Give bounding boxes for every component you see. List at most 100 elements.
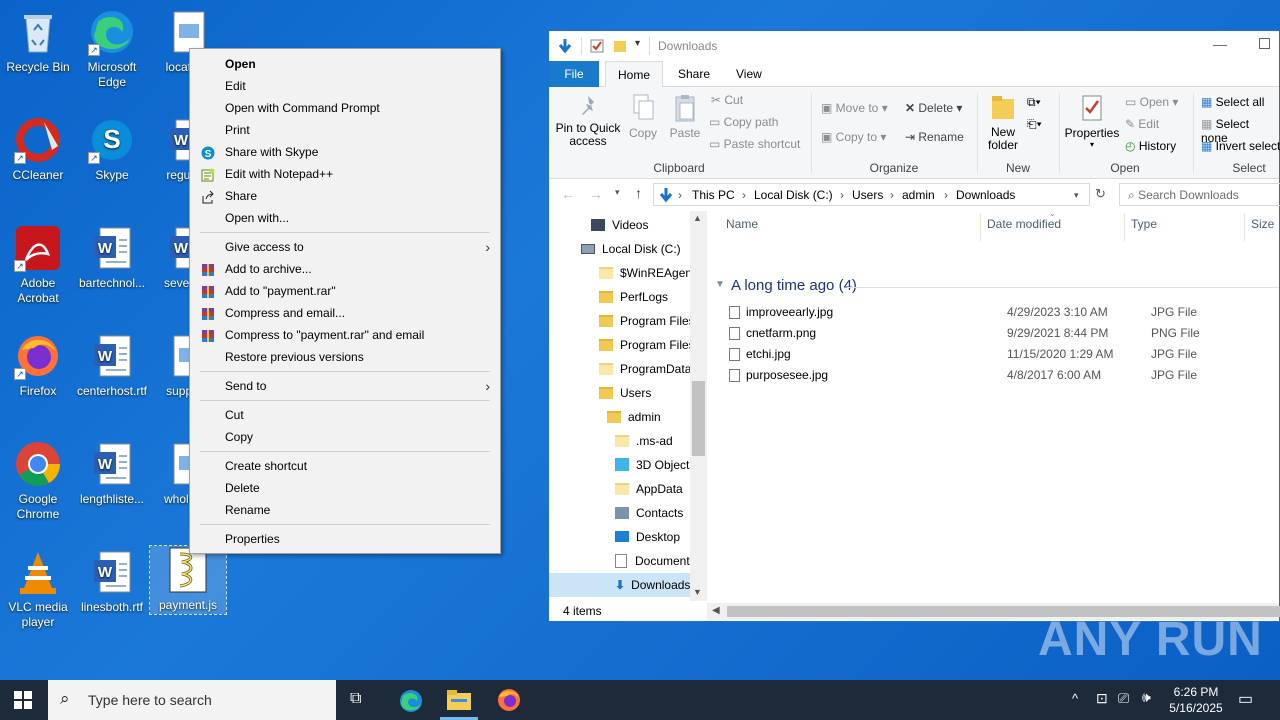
- menu-item-cut[interactable]: Cut: [190, 404, 500, 426]
- new-item-button[interactable]: ⧉▾: [1027, 95, 1041, 110]
- open-button[interactable]: ▭ Open ▾: [1125, 95, 1178, 109]
- refresh-icon[interactable]: ↻: [1095, 186, 1106, 202]
- customize-toolbar-icon[interactable]: ▾: [635, 38, 640, 49]
- desktop-icon-payment-js[interactable]: payment.js: [149, 545, 227, 615]
- desktop-icon-linesboth[interactable]: W linesboth.rtf: [74, 548, 150, 615]
- group-collapse-chevron-icon[interactable]: ▼: [715, 279, 725, 290]
- desktop-icon-bartechnol[interactable]: W bartechnol...: [74, 224, 150, 291]
- notifications-icon[interactable]: ▭: [1238, 689, 1253, 709]
- table-row[interactable]: cnetfarm.png 9/29/2021 8:44 PM PNG File: [727, 323, 1280, 344]
- firefox-taskbar-icon[interactable]: [496, 687, 522, 716]
- show-hidden-icons-chevron-icon[interactable]: ^: [1072, 691, 1078, 706]
- menu-item-share[interactable]: Share: [190, 185, 500, 207]
- desktop-icon-google-chrome[interactable]: Google Chrome: [0, 440, 76, 522]
- menu-item-compress-to-payment-rar-and-email[interactable]: Compress to "payment.rar" and email: [190, 324, 500, 346]
- taskbar-search-input[interactable]: ⌕ Type here to search: [48, 680, 336, 720]
- column-header-type[interactable]: Type: [1131, 217, 1157, 231]
- nav-item-program-files-x86[interactable]: Program Files: [599, 333, 695, 357]
- breadcrumb-local-disk[interactable]: Local Disk (C:): [754, 188, 833, 202]
- delete-button[interactable]: ✕ Delete ▾: [905, 101, 962, 115]
- menu-item-edit[interactable]: Edit: [190, 75, 500, 97]
- menu-item-give-access-to[interactable]: Give access to ›: [190, 236, 500, 258]
- properties-quick-icon[interactable]: [590, 39, 604, 56]
- forward-arrow-icon[interactable]: →: [589, 186, 603, 202]
- nav-item-admin[interactable]: admin: [607, 405, 661, 429]
- invert-selection-button[interactable]: ▦ Invert select: [1201, 139, 1280, 153]
- volume-icon[interactable]: 🕪: [1142, 689, 1151, 706]
- copy-button[interactable]: Copy: [625, 93, 661, 140]
- desktop-icon-vlc[interactable]: VLC media player: [0, 548, 76, 630]
- nav-item-local-disk[interactable]: Local Disk (C:): [581, 237, 681, 261]
- menu-item-delete[interactable]: Delete: [190, 477, 500, 499]
- nav-item-users[interactable]: Users: [599, 381, 651, 405]
- menu-item-print[interactable]: Print: [190, 119, 500, 141]
- network-icon[interactable]: ⎚: [1118, 690, 1129, 707]
- maximize-button[interactable]: [1259, 38, 1270, 49]
- nav-item-downloads[interactable]: ⬇ Downloads: [549, 573, 707, 597]
- menu-item-open-with[interactable]: Open with...: [190, 207, 500, 229]
- menu-item-add-to-payment-rar[interactable]: Add to "payment.rar": [190, 280, 500, 302]
- nav-item-contacts[interactable]: Contacts: [615, 501, 683, 525]
- menu-item-open-with-command-prompt[interactable]: Open with Command Prompt: [190, 97, 500, 119]
- menu-item-properties[interactable]: Properties: [190, 528, 500, 550]
- breadcrumb-admin[interactable]: admin: [902, 188, 935, 202]
- address-dropdown-chevron-icon[interactable]: ▾: [1074, 190, 1079, 201]
- menu-item-edit-with-notepadpp[interactable]: Edit with Notepad++: [190, 163, 500, 185]
- group-header[interactable]: A long time ago (4): [731, 277, 857, 294]
- scroll-left-chevron-icon[interactable]: ◀: [712, 605, 720, 616]
- menu-item-rename[interactable]: Rename: [190, 499, 500, 521]
- tab-file[interactable]: File: [549, 61, 599, 87]
- menu-item-share-with-skype[interactable]: S Share with Skype: [190, 141, 500, 163]
- select-all-button[interactable]: ▦ Select all: [1201, 95, 1264, 109]
- file-explorer-taskbar-icon[interactable]: [446, 689, 472, 714]
- copy-to-button[interactable]: ▣ Copy to ▾: [821, 130, 886, 144]
- table-row[interactable]: etchi.jpg 11/15/2020 1:29 AM JPG File: [727, 344, 1280, 365]
- menu-item-add-to-archive[interactable]: Add to archive...: [190, 258, 500, 280]
- table-row[interactable]: purposesee.jpg 4/8/2017 6:00 AM JPG File: [727, 365, 1280, 386]
- menu-item-create-shortcut[interactable]: Create shortcut: [190, 455, 500, 477]
- scroll-down-chevron-icon[interactable]: ▼: [693, 587, 702, 597]
- clock[interactable]: 6:26 PM 5/16/2025: [1166, 684, 1226, 716]
- nav-scrollbar-thumb[interactable]: [692, 381, 705, 456]
- nav-item-documents[interactable]: Documents: [615, 549, 696, 573]
- edge-taskbar-icon[interactable]: [398, 688, 424, 717]
- paste-shortcut-button[interactable]: ▭ Paste shortcut: [709, 137, 800, 151]
- up-arrow-icon[interactable]: ↑: [635, 185, 642, 201]
- desktop-icon-lengthliste[interactable]: W lengthliste...: [74, 440, 150, 507]
- minimize-button[interactable]: —: [1213, 36, 1227, 52]
- column-header-date-modified[interactable]: Date modified: [987, 217, 1061, 231]
- menu-item-send-to[interactable]: Send to ›: [190, 375, 500, 397]
- properties-button[interactable]: Properties ▾: [1063, 93, 1121, 149]
- scroll-up-chevron-icon[interactable]: ▲: [693, 213, 702, 223]
- nav-item-program-files[interactable]: Program Files: [599, 309, 695, 333]
- new-folder-button[interactable]: New folder: [985, 93, 1021, 152]
- device-icon[interactable]: ⊡: [1096, 690, 1108, 707]
- menu-item-restore-previous-versions[interactable]: Restore previous versions: [190, 346, 500, 368]
- pin-to-quick-access-button[interactable]: Pin to Quick access: [553, 93, 623, 148]
- windows-start-icon[interactable]: [14, 691, 32, 712]
- desktop-icon-adobe-acrobat[interactable]: ↗ Adobe Acrobat: [0, 224, 76, 306]
- address-bar[interactable]: › This PC › Local Disk (C:) › Users › ad…: [653, 183, 1090, 206]
- column-header-name[interactable]: Name: [726, 217, 758, 231]
- nav-item-appdata[interactable]: AppData: [615, 477, 683, 501]
- tab-home[interactable]: Home: [605, 61, 664, 87]
- history-button[interactable]: ◴ History: [1125, 139, 1176, 153]
- desktop-icon-firefox[interactable]: ↗ Firefox: [0, 332, 76, 399]
- new-folder-quick-icon[interactable]: [613, 39, 627, 56]
- table-row[interactable]: improveearly.jpg 4/29/2023 3:10 AM JPG F…: [727, 302, 1280, 323]
- nav-item-programdata[interactable]: ProgramData: [599, 357, 691, 381]
- menu-item-copy[interactable]: Copy: [190, 426, 500, 448]
- tab-view[interactable]: View: [724, 61, 774, 87]
- breadcrumb-users[interactable]: Users: [852, 188, 883, 202]
- menu-item-open[interactable]: Open: [190, 53, 500, 75]
- desktop-icon-centerhost[interactable]: W centerhost.rtf: [74, 332, 150, 399]
- breadcrumb-downloads[interactable]: Downloads: [956, 188, 1015, 202]
- desktop-icon-ccleaner[interactable]: ↗ CCleaner: [0, 116, 76, 183]
- edit-button[interactable]: ✎ Edit: [1125, 117, 1159, 131]
- task-view-icon[interactable]: ⧉: [350, 690, 361, 708]
- nav-item-ms-ad[interactable]: .ms-ad: [615, 429, 673, 453]
- copy-path-button[interactable]: ▭ Copy path: [709, 115, 778, 129]
- breadcrumb-this-pc[interactable]: This PC: [692, 188, 735, 202]
- cut-button[interactable]: ✂ Cut: [711, 93, 743, 107]
- search-input[interactable]: ⌕ Search Downloads: [1119, 183, 1280, 206]
